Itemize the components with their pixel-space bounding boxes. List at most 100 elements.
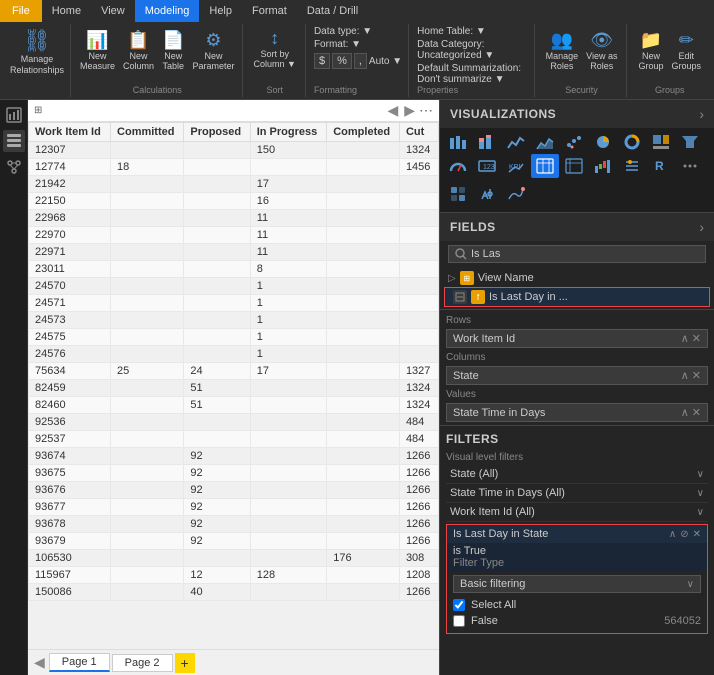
data-table-container[interactable]: Work Item Id Committed Proposed In Progr… — [28, 122, 439, 649]
add-page-btn[interactable]: + — [175, 653, 195, 673]
visualizations-header[interactable]: VISUALIZATIONS › — [440, 100, 714, 128]
data-type-dropdown[interactable]: Data type: ▼ — [314, 26, 402, 37]
fields-search-box[interactable] — [448, 245, 706, 263]
columns-field-up[interactable]: ∧ — [681, 369, 689, 382]
values-label: Values — [446, 386, 708, 402]
more-visuals-icon[interactable] — [676, 154, 704, 178]
rows-field-remove[interactable]: ✕ — [692, 332, 701, 345]
page-tab-2[interactable]: Page 2 — [112, 654, 173, 672]
cell-completed — [327, 244, 400, 261]
build-visual-icon[interactable] — [444, 180, 472, 208]
gauge-icon[interactable] — [444, 154, 472, 178]
donut-chart-icon[interactable] — [618, 130, 646, 154]
filter-type-dropdown[interactable]: Basic filtering ∨ — [453, 575, 701, 593]
table-expand-icon[interactable]: ⊞ — [34, 105, 42, 116]
is-last-day-collapse[interactable]: ∧ — [669, 529, 676, 540]
cell-id: 106530 — [29, 550, 111, 567]
work-item-id-filter-expand: ∨ — [697, 507, 704, 518]
rows-field-up[interactable]: ∧ — [681, 332, 689, 345]
false-checkbox-row[interactable]: False 564052 — [453, 613, 701, 629]
home-table-dropdown[interactable]: Home Table: ▼ — [417, 26, 527, 37]
is-last-day-remove[interactable]: ✕ — [693, 529, 701, 540]
false-checkbox[interactable] — [453, 615, 465, 627]
view-name-item[interactable]: ▷ ⊞ View Name — [440, 269, 714, 287]
cell-committed — [111, 176, 184, 193]
area-chart-icon[interactable] — [531, 130, 559, 154]
fields-header[interactable]: FIELDS › — [440, 213, 714, 241]
manage-relationships-btn[interactable]: ⛓ ManageRelationships — [4, 24, 71, 97]
edit-groups-btn[interactable]: ✏ EditGroups — [668, 28, 704, 83]
select-all-row[interactable]: Select All — [453, 597, 701, 613]
menu-file[interactable]: File — [0, 0, 42, 22]
kpi-icon[interactable]: KPI — [502, 154, 530, 178]
analytics-icon[interactable] — [502, 180, 530, 208]
pie-chart-icon[interactable] — [589, 130, 617, 154]
treemap-icon[interactable] — [647, 130, 675, 154]
view-as-roles-label: View asRoles — [586, 51, 617, 71]
view-as-roles-btn[interactable]: 👁 View asRoles — [583, 28, 620, 83]
manage-roles-btn[interactable]: 👥 ManageRoles — [543, 28, 582, 83]
values-field-up[interactable]: ∧ — [681, 406, 689, 419]
menu-home[interactable]: Home — [42, 0, 91, 22]
manage-roles-icon: 👥 — [551, 30, 573, 51]
scatter-chart-icon[interactable] — [560, 130, 588, 154]
new-group-btn[interactable]: 📁 NewGroup — [635, 28, 666, 83]
line-chart-icon[interactable] — [502, 130, 530, 154]
scroll-right[interactable]: ▶ — [402, 102, 417, 119]
format-visual-icon[interactable] — [473, 180, 501, 208]
cell-id: 22150 — [29, 193, 111, 210]
cell-cut — [399, 193, 438, 210]
view-icon: ⊞ — [460, 271, 474, 285]
card-icon[interactable]: 123 — [473, 154, 501, 178]
state-time-filter-item[interactable]: State Time in Days (All) ∨ — [446, 484, 708, 503]
cell-completed — [327, 312, 400, 329]
new-table-btn[interactable]: 📄 NewTable — [159, 28, 187, 73]
cell-committed — [111, 261, 184, 278]
page-tab-1[interactable]: Page 1 — [49, 653, 110, 672]
scroll-left[interactable]: ◀ — [385, 102, 400, 119]
page-scroll-left[interactable]: ◀ — [32, 654, 47, 671]
new-measure-btn[interactable]: 📊 NewMeasure — [77, 28, 118, 73]
table-viz-icon[interactable] — [531, 154, 559, 178]
new-parameter-btn[interactable]: ⚙ NewParameter — [189, 28, 237, 73]
is-last-day-clear[interactable]: ⊘ — [680, 529, 688, 540]
sort-by-column-btn[interactable]: ↕ Sort byColumn ▼ — [251, 26, 299, 83]
slicer-icon[interactable] — [618, 154, 646, 178]
menu-help[interactable]: Help — [199, 0, 242, 22]
menu-format[interactable]: Format — [242, 0, 297, 22]
filter-condition-text: is True — [453, 545, 701, 557]
comma-btn[interactable]: , — [354, 53, 367, 69]
percent-btn[interactable]: % — [332, 53, 352, 69]
columns-field-remove[interactable]: ✕ — [692, 369, 701, 382]
matrix-icon[interactable] — [560, 154, 588, 178]
cell-proposed: 92 — [184, 448, 250, 465]
cell-in_progress: 16 — [250, 193, 327, 210]
new-column-btn[interactable]: 📋 NewColumn — [120, 28, 157, 73]
work-item-id-filter-item[interactable]: Work Item Id (All) ∨ — [446, 503, 708, 522]
data-category-dropdown[interactable]: Data Category: Uncategorized ▼ — [417, 39, 527, 61]
menu-view[interactable]: View — [91, 0, 135, 22]
menu-data-drill[interactable]: Data / Drill — [297, 0, 368, 22]
funnel-icon[interactable] — [676, 130, 704, 154]
select-all-checkbox[interactable] — [453, 599, 465, 611]
waterfall-icon[interactable] — [589, 154, 617, 178]
menu-modeling[interactable]: Modeling — [135, 0, 200, 22]
values-field-remove[interactable]: ✕ — [692, 406, 701, 419]
is-last-day-filter-header[interactable]: Is Last Day in State ∧ ⊘ ✕ — [447, 525, 707, 543]
clustered-bar-icon[interactable] — [444, 130, 472, 154]
new-table-icon: 📄 — [162, 30, 184, 51]
is-last-day-filter-group: Is Last Day in State ∧ ⊘ ✕ is True Filte… — [446, 524, 708, 634]
fields-search-input[interactable] — [471, 248, 699, 260]
nav-data-icon[interactable] — [3, 130, 25, 152]
more-options-btn[interactable]: ⋯ — [419, 102, 433, 119]
cell-proposed — [184, 346, 250, 363]
format-dropdown[interactable]: Format: ▼ — [314, 39, 402, 50]
default-summarization-dropdown[interactable]: Default Summarization: Don't summarize ▼ — [417, 63, 527, 85]
nav-report-icon[interactable] — [3, 104, 25, 126]
r-visual-icon[interactable]: R — [647, 154, 675, 178]
currency-btn[interactable]: $ — [314, 53, 330, 69]
stacked-bar-icon[interactable] — [473, 130, 501, 154]
state-filter-item[interactable]: State (All) ∨ — [446, 465, 708, 484]
nav-model-icon[interactable] — [3, 156, 25, 178]
is-last-day-field-item[interactable]: f Is Last Day in ... — [444, 287, 710, 307]
